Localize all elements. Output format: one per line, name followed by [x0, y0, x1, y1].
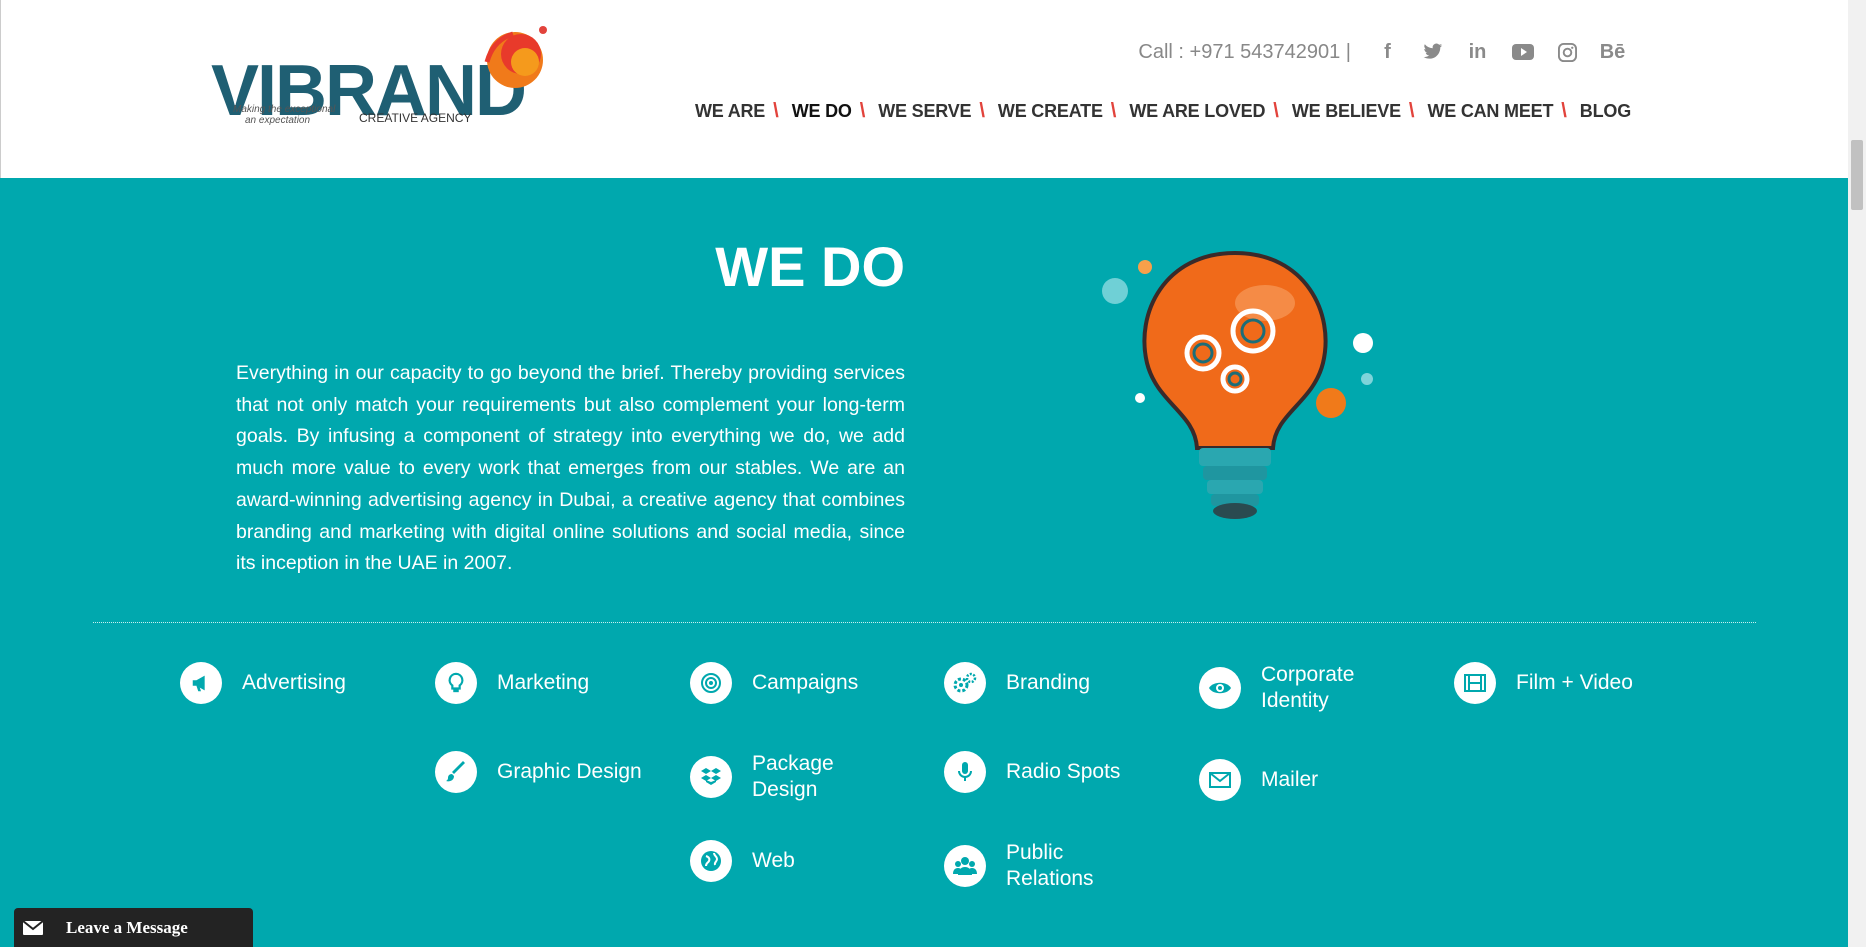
people-icon: [944, 845, 986, 887]
main-nav: WE ARE \ WE DO \ WE SERVE \ WE CREATE \ WE A…: [695, 100, 1631, 123]
nav-separator: \: [1408, 100, 1415, 122]
service-label: Corporate Identity: [1261, 663, 1355, 712]
nav-we-create[interactable]: WE CREATE: [998, 101, 1103, 122]
nav-we-can-meet[interactable]: WE CAN MEET: [1427, 101, 1553, 122]
nav-separator: \: [773, 100, 779, 122]
nav-we-do[interactable]: WE DO: [792, 101, 852, 122]
service-label: Public Relations: [1006, 841, 1094, 890]
youtube-icon[interactable]: [1500, 38, 1545, 66]
service-label: Package Design: [752, 752, 834, 801]
microphone-icon: [944, 751, 986, 793]
scrollbar-thumb[interactable]: [1851, 140, 1863, 210]
service-label: Marketing: [497, 671, 590, 694]
service-web[interactable]: Web: [690, 840, 795, 882]
nav-separator: \: [859, 100, 866, 122]
service-film-video[interactable]: Film + Video: [1454, 662, 1633, 704]
service-label: Branding: [1006, 671, 1091, 694]
page-scrollbar[interactable]: [1848, 0, 1866, 947]
service-radio-spots[interactable]: Radio Spots: [944, 751, 1120, 793]
eye-icon: [1199, 667, 1241, 709]
envelope-icon: [14, 908, 52, 947]
service-label: Web: [752, 849, 795, 872]
nav-we-believe[interactable]: WE BELIEVE: [1292, 101, 1401, 122]
service-label: Radio Spots: [1006, 760, 1121, 783]
nav-separator: \: [1110, 100, 1117, 122]
contact-bar: Call : +971 543742901 | f in Bē: [1138, 38, 1635, 66]
twitter-icon[interactable]: [1410, 38, 1455, 66]
service-mailer[interactable]: Mailer: [1199, 759, 1318, 801]
section-intro-text: Everything in our capacity to go beyond …: [236, 362, 905, 575]
nav-blog[interactable]: BLOG: [1580, 101, 1631, 122]
logo-tagline-2: an expectation: [245, 115, 311, 126]
instagram-icon[interactable]: [1545, 38, 1590, 66]
vibrand-logo[interactable]: VIBRAND Making the exceptional an expect…: [211, 22, 551, 132]
service-label: Graphic Design: [497, 760, 642, 783]
facebook-icon[interactable]: f: [1365, 38, 1410, 66]
nav-separator: \: [1561, 100, 1567, 122]
service-package-design[interactable]: Package Design: [690, 751, 862, 803]
section-divider: [93, 622, 1756, 623]
nav-separator: \: [1273, 100, 1279, 122]
service-graphic-design[interactable]: Graphic Design: [435, 751, 642, 793]
linkedin-icon[interactable]: in: [1455, 38, 1500, 66]
service-public-relations[interactable]: Public Relations: [944, 840, 1116, 892]
service-label: Mailer: [1261, 768, 1319, 791]
service-marketing[interactable]: Marketing: [435, 662, 589, 704]
leave-message-label: Leave a Message: [66, 917, 188, 937]
film-icon: [1454, 662, 1496, 704]
nav-separator: \: [979, 100, 985, 122]
section-heading: WE DO: [715, 235, 905, 298]
logo-tagline: Making the exceptional: [233, 104, 336, 115]
envelope-icon: [1199, 759, 1241, 801]
logo-agency-label: CREATIVE AGENCY: [359, 111, 472, 125]
service-campaigns[interactable]: Campaigns: [690, 662, 858, 704]
service-advertising[interactable]: Advertising: [180, 662, 346, 704]
nav-we-are[interactable]: WE ARE: [695, 101, 765, 122]
nav-we-are-loved[interactable]: WE ARE LOVED: [1129, 101, 1265, 122]
lightbulb-gears-illustration: [1102, 250, 1373, 519]
leave-message-widget[interactable]: Leave a Message: [14, 908, 253, 947]
nav-we-serve[interactable]: WE SERVE: [878, 101, 971, 122]
megaphone-icon: [180, 662, 222, 704]
phone-number[interactable]: Call : +971 543742901 |: [1138, 41, 1351, 64]
we-do-section: WE DO Everything in our capacity to go b…: [0, 178, 1848, 947]
behance-icon[interactable]: Bē: [1590, 38, 1635, 66]
target-icon: [690, 662, 732, 704]
box-icon: [690, 756, 732, 798]
brush-icon: [435, 751, 477, 793]
globe-icon: [690, 840, 732, 882]
service-label: Campaigns: [752, 671, 859, 694]
service-corporate-identity[interactable]: Corporate Identity: [1199, 662, 1401, 714]
logo-swirl-icon: [484, 26, 547, 88]
gears-icon: [944, 662, 986, 704]
lightbulb-icon: [435, 662, 477, 704]
service-label: Film + Video: [1516, 671, 1633, 694]
service-label: Advertising: [242, 671, 346, 694]
service-branding[interactable]: Branding: [944, 662, 1090, 704]
site-header: VIBRAND Making the exceptional an expect…: [0, 0, 1849, 178]
